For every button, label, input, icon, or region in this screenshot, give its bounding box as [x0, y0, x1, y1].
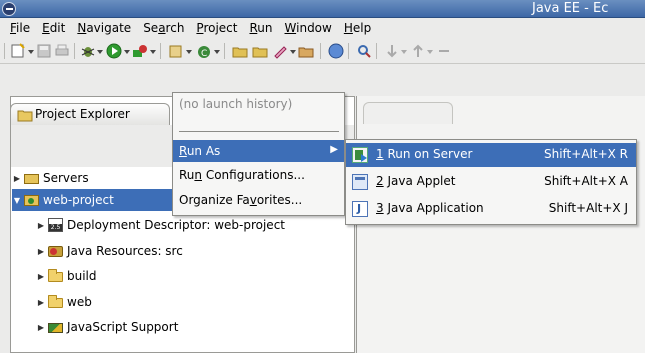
expand-icon[interactable]: ▶ [36, 247, 46, 256]
web-project-icon [24, 193, 40, 207]
external-tools-dropdown-icon[interactable] [150, 50, 156, 54]
tree-item-java-resources[interactable]: ▶ Java Resources: src [36, 240, 352, 262]
tree-item-web[interactable]: ▶ web [36, 291, 352, 313]
menu-item-run-configurations[interactable]: Run Configurations... [173, 164, 344, 186]
external-tools-icon[interactable] [132, 43, 148, 59]
new-server-icon[interactable] [168, 43, 184, 59]
next-annotation-dropdown-icon [401, 50, 407, 54]
java-resources-icon [48, 244, 64, 258]
menu-item-run-on-server[interactable]: 1 Run on Server Shift+Alt+X R [346, 143, 636, 167]
new-icon[interactable] [10, 43, 26, 59]
collapse-icon[interactable]: ▼ [12, 196, 22, 205]
expand-icon[interactable]: ▶ [36, 272, 46, 281]
menu-item-java-applet[interactable]: 2 Java Applet Shift+Alt+X A [346, 170, 636, 194]
accelerator: Shift+Alt+X R [543, 147, 628, 161]
menu-item-label: Run As [179, 144, 221, 158]
editor-tab-placeholder [363, 102, 453, 124]
pencil-icon[interactable] [272, 43, 288, 59]
tree-item-label: JavaScript Support [67, 320, 179, 334]
debug-dropdown-icon[interactable] [97, 50, 103, 54]
javascript-support-icon [48, 320, 64, 334]
new-java-class-icon[interactable]: C [196, 43, 212, 59]
toolbar-separator [4, 43, 5, 59]
accelerator: Shift+Alt+X A [544, 174, 628, 188]
tab-label: Project Explorer [35, 107, 130, 121]
tree-item-web-project[interactable]: ▼ web-project [12, 189, 173, 211]
print-icon[interactable] [54, 43, 70, 59]
folder-icon [48, 295, 64, 309]
menu-search[interactable]: Search [137, 21, 190, 35]
menu-help[interactable]: Help [338, 21, 377, 35]
expand-icon[interactable]: ▶ [36, 298, 46, 307]
run-on-server-icon [352, 147, 368, 163]
menu-navigate[interactable]: Navigate [71, 21, 137, 35]
tree-item-label: Deployment Descriptor: web-project [67, 218, 285, 232]
eclipse-icon[interactable] [2, 2, 16, 16]
menu-item-run-as[interactable]: Run As ▶ [173, 140, 344, 162]
menu-bar: File Edit Navigate Search Project Run Wi… [0, 18, 645, 38]
open-type-icon[interactable] [232, 43, 248, 59]
toolbar-separator [224, 43, 225, 59]
project-explorer-icon [17, 110, 33, 122]
deployment-descriptor-icon [48, 218, 64, 232]
expand-icon[interactable]: ▶ [36, 221, 46, 230]
menu-file[interactable]: File [4, 21, 36, 35]
menu-item-java-application[interactable]: 3 Java Application Shift+Alt+X J [346, 197, 636, 221]
search-icon[interactable] [356, 43, 372, 59]
accelerator: Shift+Alt+X J [548, 201, 628, 215]
run-icon[interactable] [106, 43, 122, 59]
menu-project[interactable]: Project [190, 21, 243, 35]
title-bar: Java EE - Ec [0, 0, 645, 18]
menu-item-label: Organize Favorites... [179, 193, 303, 207]
expand-icon[interactable]: ▶ [12, 174, 22, 183]
previous-annotation-dropdown-icon [427, 50, 433, 54]
tree-item-label: Java Resources: src [67, 244, 183, 258]
new-java-class-dropdown-icon[interactable] [214, 50, 220, 54]
java-applet-icon [352, 174, 368, 190]
java-application-icon [352, 201, 368, 217]
tree-item-deployment-descriptor[interactable]: ▶ Deployment Descriptor: web-project [36, 214, 352, 236]
tree-item-javascript-support[interactable]: ▶ JavaScript Support [36, 316, 352, 338]
folder-icon [24, 171, 40, 185]
main-toolbar: C [0, 38, 645, 64]
debug-icon[interactable] [80, 43, 96, 59]
next-annotation-icon [387, 45, 397, 58]
svg-text:C: C [201, 49, 207, 59]
folder-icon [48, 269, 64, 283]
toolbar-separator [376, 43, 377, 59]
pencil-dropdown-icon[interactable] [290, 50, 296, 54]
toolbar-separator [320, 43, 321, 59]
expand-icon[interactable]: ▶ [36, 323, 46, 332]
previous-annotation-icon [413, 44, 423, 57]
save-icon[interactable] [36, 43, 52, 59]
open-task-icon[interactable] [298, 43, 314, 59]
open-folder-icon[interactable] [252, 43, 268, 59]
menu-item-organize-favorites[interactable]: Organize Favorites... [173, 189, 344, 211]
new-dropdown-icon[interactable] [28, 50, 34, 54]
menu-separator [179, 131, 339, 132]
menu-item-label: Run Configurations... [179, 168, 305, 182]
new-server-dropdown-icon[interactable] [186, 50, 192, 54]
menu-window[interactable]: Window [279, 21, 338, 35]
window-title: Java EE - Ec [532, 1, 609, 16]
submenu-arrow-icon: ▶ [330, 144, 338, 155]
toolbar-separator [160, 43, 161, 59]
no-launch-history: (no launch history) [179, 97, 293, 111]
toolbar-separator [348, 43, 349, 59]
tab-project-explorer[interactable]: Project Explorer [10, 103, 170, 125]
run-as-submenu: 1 Run on Server Shift+Alt+X R 2 Java App… [345, 139, 637, 225]
menu-edit[interactable]: Edit [36, 21, 71, 35]
globe-icon[interactable] [328, 43, 344, 59]
run-dropdown-icon[interactable] [124, 50, 130, 54]
last-edit-icon [439, 50, 449, 52]
tree-item-build[interactable]: ▶ build [36, 265, 352, 287]
tree-item-label: web-project [43, 193, 114, 207]
tree-item-label: Servers [43, 171, 89, 185]
menu-run[interactable]: Run [243, 21, 278, 35]
toolbar-separator [74, 43, 75, 59]
tree-item-label: web [67, 295, 92, 309]
run-dropdown-menu: (no launch history) Run As ▶ Run Configu… [172, 92, 345, 216]
tree-item-label: build [67, 269, 97, 283]
